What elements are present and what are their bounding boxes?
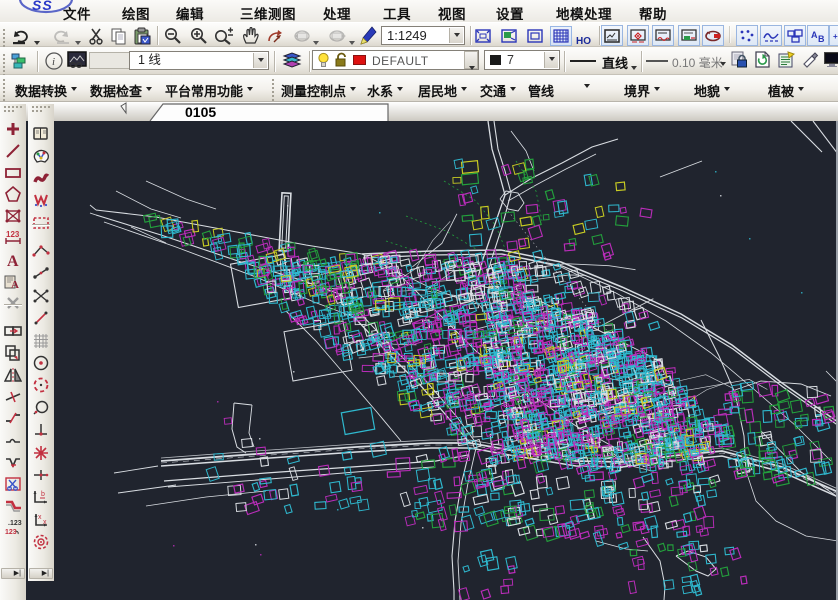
svg-text:0105: 0105 (185, 104, 216, 120)
svg-text:+12: +12 (833, 32, 838, 41)
svg-text:A: A (11, 279, 19, 291)
svg-text:x: x (38, 514, 42, 521)
svg-text:B: B (818, 34, 825, 43)
svg-text:b: b (41, 491, 45, 498)
svg-text:123: 123 (6, 230, 20, 239)
svg-text:SS: SS (32, 0, 53, 13)
svg-text:i: i (52, 56, 55, 68)
svg-text:A: A (811, 30, 818, 40)
svg-text:x: x (43, 519, 47, 526)
svg-text:.123: .123 (8, 520, 22, 527)
svg-text:123: 123 (5, 529, 17, 536)
svg-text:A: A (7, 253, 19, 269)
